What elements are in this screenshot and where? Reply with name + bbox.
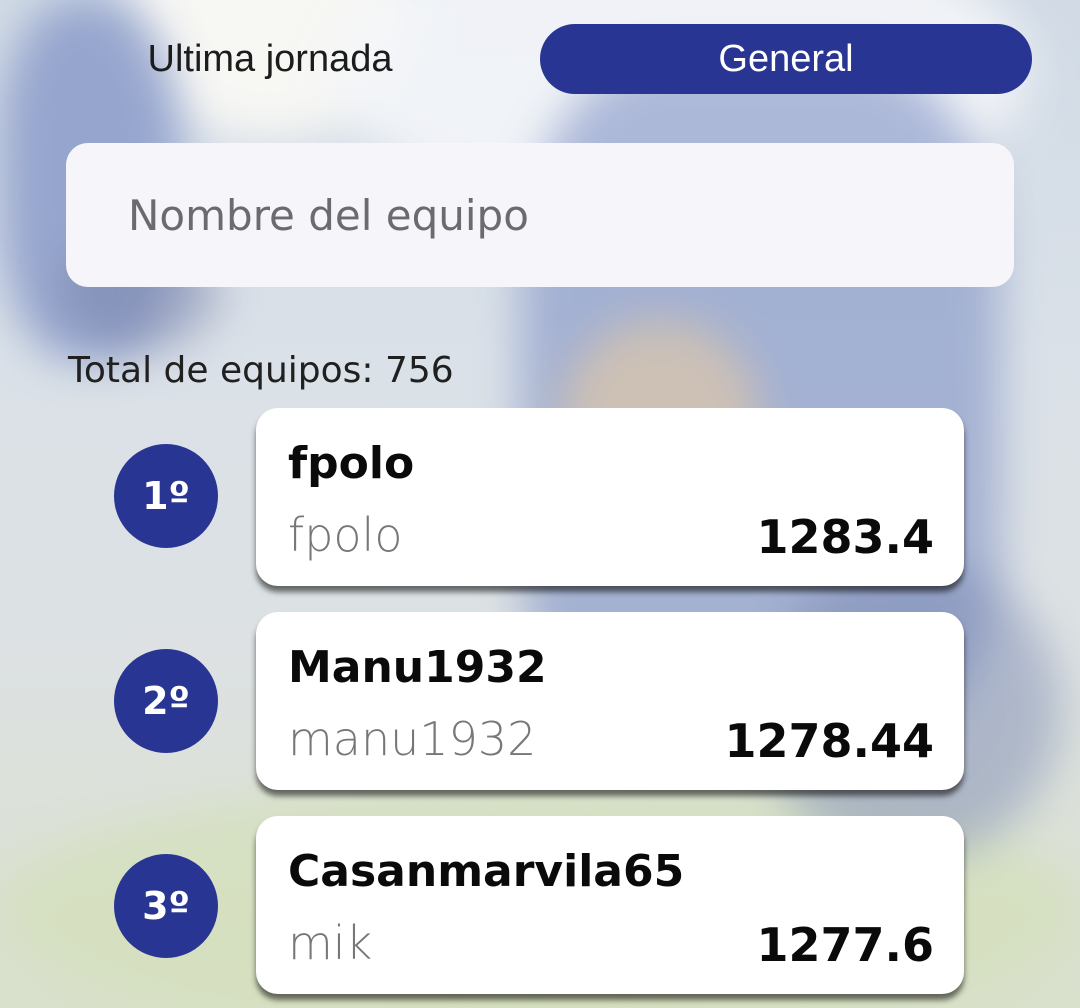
team-search-input[interactable] <box>128 190 1014 240</box>
ranking-row[interactable]: Manu1932 manu1932 1278.44 <box>256 612 964 790</box>
team-points: 1277.6 <box>756 918 934 972</box>
tab-general[interactable]: General <box>540 24 1032 94</box>
rank-badge: 3º <box>114 854 218 958</box>
team-name: Manu1932 <box>288 642 547 693</box>
team-search-field[interactable] <box>66 143 1014 287</box>
user-name: mik <box>288 916 373 970</box>
user-name: fpolo <box>288 508 403 562</box>
ranking-tabs: Ultima jornada General <box>40 24 1032 96</box>
team-name: fpolo <box>288 438 415 489</box>
rank-badge: 1º <box>114 444 218 548</box>
tab-last-round[interactable]: Ultima jornada <box>80 24 460 94</box>
team-points: 1278.44 <box>724 714 934 768</box>
team-points: 1283.4 <box>756 510 934 564</box>
team-name: Casanmarvila65 <box>288 846 685 897</box>
rank-badge: 2º <box>114 649 218 753</box>
total-teams-count: Total de equipos: 756 <box>68 350 454 391</box>
ranking-row[interactable]: fpolo fpolo 1283.4 <box>256 408 964 586</box>
user-name: manu1932 <box>288 712 537 766</box>
ranking-row[interactable]: Casanmarvila65 mik 1277.6 <box>256 816 964 994</box>
